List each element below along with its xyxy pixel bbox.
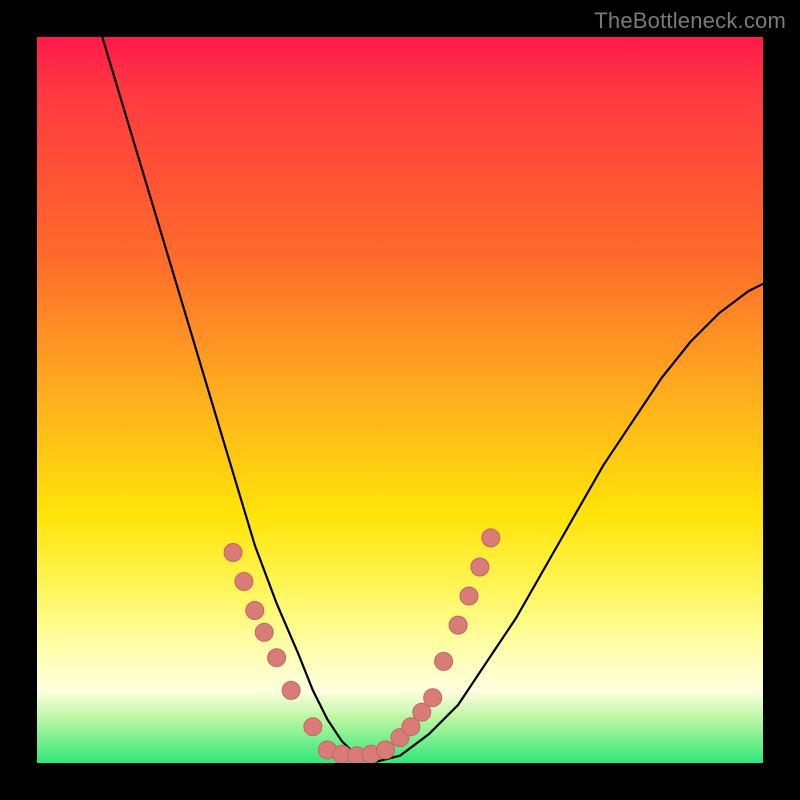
curve-marker bbox=[435, 652, 453, 670]
curve-marker bbox=[460, 587, 478, 605]
chart-overlay bbox=[37, 37, 763, 763]
curve-marker bbox=[449, 616, 467, 634]
plot-area bbox=[37, 37, 763, 763]
curve-marker bbox=[268, 649, 286, 667]
curve-marker bbox=[246, 602, 264, 620]
chart-frame: TheBottleneck.com bbox=[0, 0, 800, 800]
curve-marker bbox=[224, 544, 242, 562]
bottleneck-curve bbox=[102, 37, 763, 763]
curve-marker bbox=[235, 573, 253, 591]
curve-marker bbox=[482, 529, 500, 547]
curve-marker bbox=[377, 741, 395, 759]
curve-marker bbox=[424, 689, 442, 707]
curve-marker bbox=[255, 623, 273, 641]
curve-marker bbox=[471, 558, 489, 576]
curve-marker bbox=[282, 681, 300, 699]
watermark-text: TheBottleneck.com bbox=[594, 8, 786, 34]
chart-markers bbox=[224, 529, 500, 763]
curve-marker bbox=[304, 718, 322, 736]
